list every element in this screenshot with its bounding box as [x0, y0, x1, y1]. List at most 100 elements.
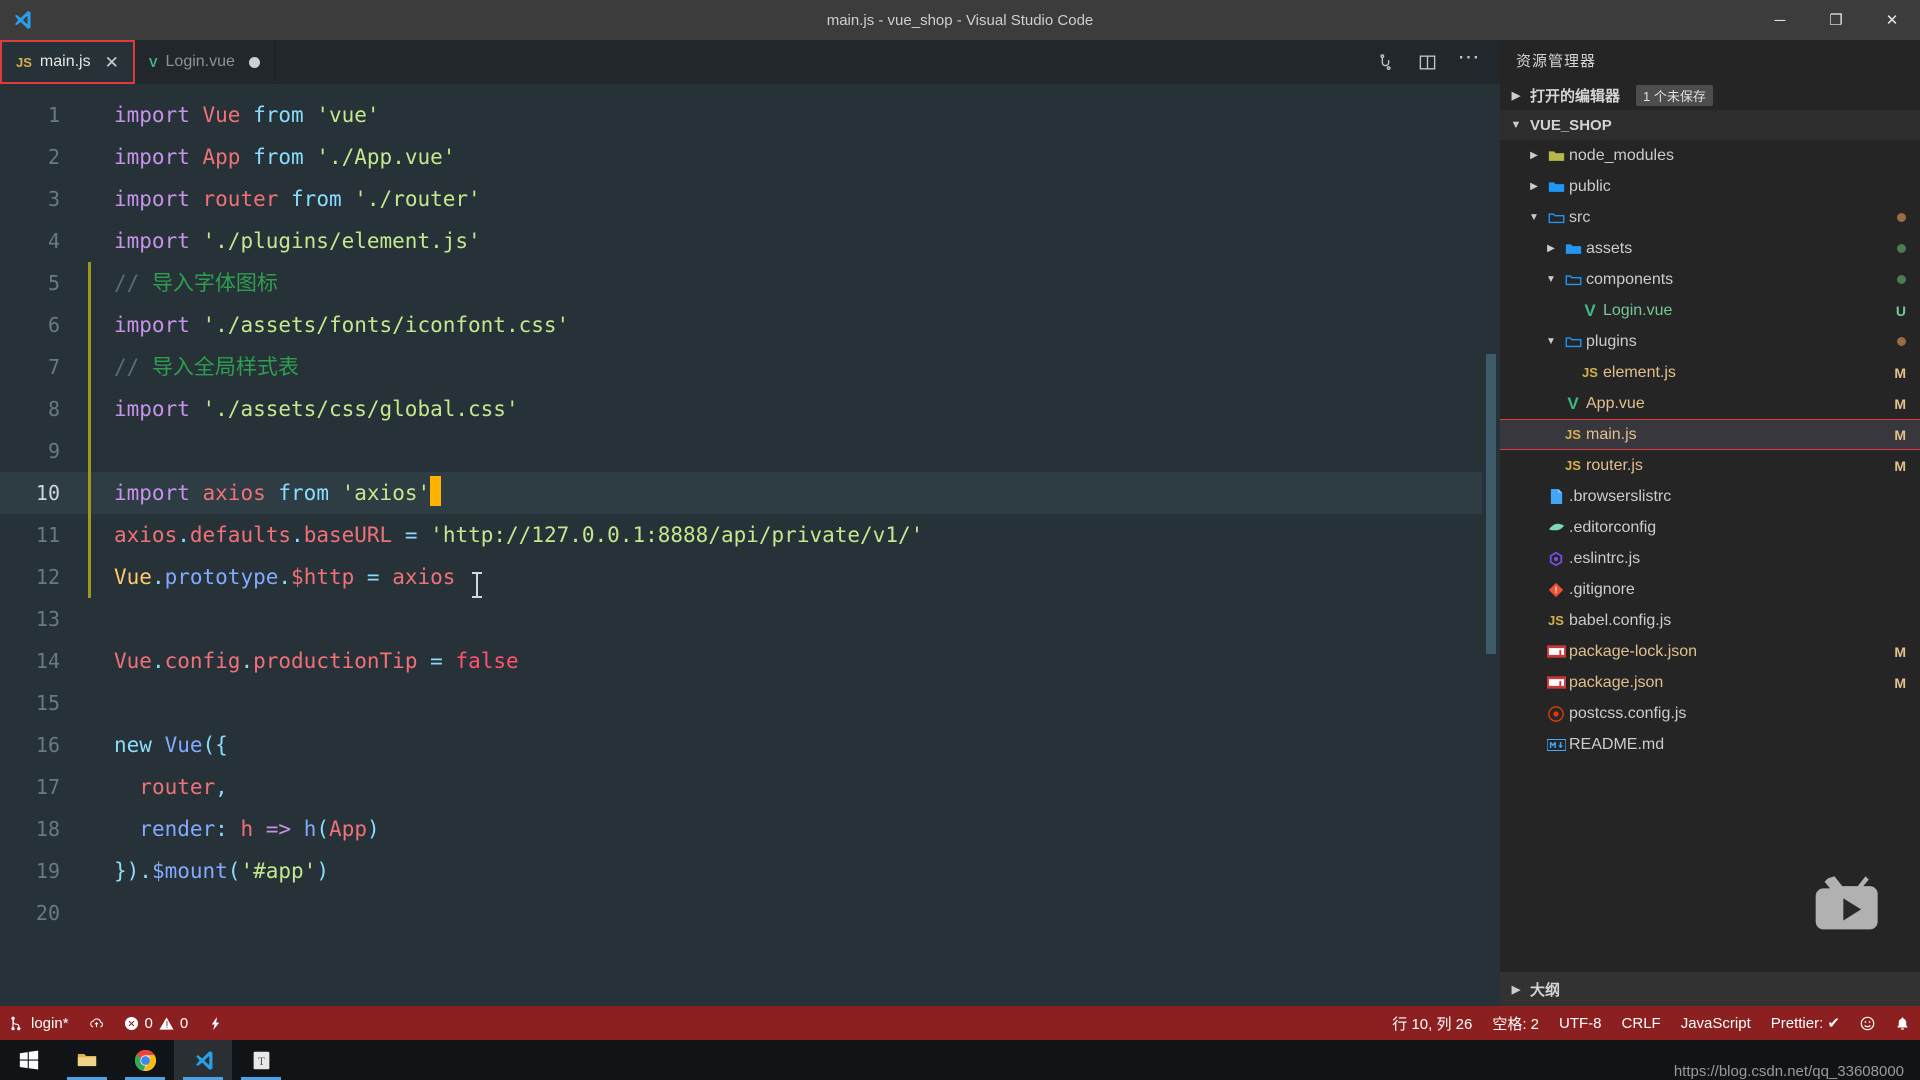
- fold-indicator: [88, 220, 104, 262]
- code-token: './plugins/element.js': [202, 229, 481, 253]
- file-tree-row[interactable]: .editorconfig: [1500, 512, 1920, 543]
- code-line[interactable]: 6 import './assets/fonts/iconfont.css': [0, 304, 1500, 346]
- file-tree-row[interactable]: JS element.js M: [1500, 357, 1920, 388]
- code-line[interactable]: 5 // 导入字体图标: [0, 262, 1500, 304]
- code-line[interactable]: 15: [0, 682, 1500, 724]
- code-editor[interactable]: 1 import Vue from 'vue' 2 import App from '…: [0, 84, 1500, 1006]
- status-language-mode[interactable]: JavaScript: [1671, 1006, 1761, 1040]
- run-and-debug-icon[interactable]: [1366, 43, 1404, 81]
- code-line[interactable]: 12 Vue.prototype.$http = axios: [0, 556, 1500, 598]
- code-line[interactable]: 14 Vue.config.productionTip = false: [0, 640, 1500, 682]
- status-formatter[interactable]: Prettier: ✔: [1761, 1006, 1850, 1040]
- editor-scrollbar[interactable]: [1482, 84, 1500, 1006]
- code-line[interactable]: 9: [0, 430, 1500, 472]
- status-problems[interactable]: 0 0: [114, 1006, 199, 1040]
- file-tree-row[interactable]: .eslintrc.js: [1500, 543, 1920, 574]
- file-tree-row[interactable]: ▶ public: [1500, 171, 1920, 202]
- typora-taskbar-item[interactable]: T: [232, 1040, 290, 1080]
- file-tree-row[interactable]: V Login.vue U: [1500, 295, 1920, 326]
- project-root-row[interactable]: ▼ VUE_SHOP: [1500, 110, 1920, 140]
- chevron-right-icon[interactable]: ▶: [1525, 150, 1543, 161]
- line-text: import './assets/fonts/iconfont.css': [104, 304, 569, 346]
- vscode-taskbar-item[interactable]: [174, 1040, 232, 1080]
- code-line[interactable]: 7 // 导入全局样式表: [0, 346, 1500, 388]
- file-tree-row[interactable]: ▼ src: [1500, 202, 1920, 233]
- file-tree-row[interactable]: JS router.js M: [1500, 450, 1920, 481]
- js-file-icon: JS: [16, 54, 32, 70]
- chrome-taskbar-item[interactable]: [116, 1040, 174, 1080]
- vue-file-icon: V: [1584, 300, 1596, 320]
- chevron-down-icon[interactable]: ▼: [1542, 336, 1560, 347]
- markdown-icon: [1543, 738, 1569, 751]
- code-line[interactable]: 8 import './assets/css/global.css': [0, 388, 1500, 430]
- code-line[interactable]: 1 import Vue from 'vue': [0, 94, 1500, 136]
- status-ports[interactable]: [198, 1006, 233, 1040]
- chevron-right-icon[interactable]: ▶: [1542, 243, 1560, 254]
- line-text: import axios from 'axios': [104, 472, 442, 514]
- maximize-button[interactable]: ❐: [1808, 0, 1864, 40]
- unsaved-dot-icon[interactable]: [248, 56, 260, 68]
- code-line[interactable]: 18 render: h => h(App): [0, 808, 1500, 850]
- file-tree[interactable]: ▶ node_modules ▶ public ▼ src ▶ assets ▼ componen…: [1500, 140, 1920, 972]
- file-tree-row[interactable]: V App.vue M: [1500, 388, 1920, 419]
- more-actions-icon[interactable]: ⋯: [1450, 43, 1488, 81]
- status-feedback[interactable]: [1850, 1006, 1885, 1040]
- status-cursor-position[interactable]: 行 10, 列 26: [1382, 1006, 1482, 1040]
- status-notifications[interactable]: [1885, 1006, 1920, 1040]
- file-tree-row[interactable]: ▼ plugins: [1500, 326, 1920, 357]
- chevron-down-icon[interactable]: ▼: [1525, 212, 1543, 223]
- code-token: import: [114, 397, 190, 421]
- chevron-down-icon[interactable]: ▼: [1542, 274, 1560, 285]
- code-token: from: [253, 145, 304, 169]
- file-tree-row[interactable]: ▶ node_modules: [1500, 140, 1920, 171]
- status-eol[interactable]: CRLF: [1612, 1006, 1671, 1040]
- file-tree-row[interactable]: package.json M: [1500, 667, 1920, 698]
- file-name: assets: [1586, 239, 1633, 257]
- file-tree-row[interactable]: .browserslistrc: [1500, 481, 1920, 512]
- code-content[interactable]: 1 import Vue from 'vue' 2 import App from '…: [0, 84, 1500, 934]
- outline-section[interactable]: ▶ 大纲: [1500, 972, 1920, 1006]
- code-token: (: [227, 859, 241, 883]
- file-tree-row[interactable]: ▼ components: [1500, 264, 1920, 295]
- status-encoding[interactable]: UTF-8: [1549, 1006, 1612, 1040]
- scrollbar-thumb[interactable]: [1486, 354, 1496, 654]
- code-line[interactable]: 19}).$mount('#app'): [0, 850, 1500, 892]
- code-line[interactable]: 2 import App from './App.vue': [0, 136, 1500, 178]
- file-tree-row[interactable]: JS babel.config.js: [1500, 605, 1920, 636]
- code-token: .: [151, 649, 165, 673]
- code-line[interactable]: 4 import './plugins/element.js': [0, 220, 1500, 262]
- line-text: import App from './App.vue': [104, 136, 455, 178]
- chevron-right-icon: ▶: [1511, 983, 1521, 996]
- code-line[interactable]: 10 import axios from 'axios': [0, 472, 1500, 514]
- tab-login-vue[interactable]: V Login.vue: [134, 40, 275, 84]
- error-icon: [124, 1016, 138, 1030]
- folder-open-icon: [1560, 335, 1586, 349]
- close-icon[interactable]: ✕: [105, 54, 119, 71]
- code-line[interactable]: 3 import router from './router': [0, 178, 1500, 220]
- minimize-button[interactable]: ─: [1752, 0, 1808, 40]
- code-line[interactable]: 13: [0, 598, 1500, 640]
- file-tree-row-selected[interactable]: JS main.js M: [1500, 419, 1920, 450]
- status-sync[interactable]: [79, 1006, 114, 1040]
- close-button[interactable]: ✕: [1864, 0, 1920, 40]
- code-line[interactable]: 11 axios.defaults.baseURL = 'http://127.0…: [0, 514, 1500, 556]
- status-indentation[interactable]: 空格: 2: [1482, 1006, 1549, 1040]
- fold-indicator: [88, 556, 104, 598]
- code-line[interactable]: 16 new Vue({: [0, 724, 1500, 766]
- start-button[interactable]: [0, 1040, 58, 1080]
- file-tree-row[interactable]: package-lock.json M: [1500, 636, 1920, 667]
- chevron-right-icon[interactable]: ▶: [1525, 181, 1543, 192]
- file-explorer-taskbar-item[interactable]: [58, 1040, 116, 1080]
- code-line[interactable]: 20: [0, 892, 1500, 934]
- open-editors-section[interactable]: ▶ 打开的编辑器 1 个未保存: [1500, 80, 1920, 110]
- file-tree-row[interactable]: .gitignore: [1500, 574, 1920, 605]
- file-tree-row[interactable]: postcss.config.js: [1500, 698, 1920, 729]
- tab-main-js[interactable]: JS main.js ✕: [0, 40, 135, 84]
- file-tree-row[interactable]: ▶ assets: [1500, 233, 1920, 264]
- code-line[interactable]: 17 router,: [0, 766, 1500, 808]
- file-tree-row[interactable]: README.md: [1500, 729, 1920, 760]
- status-branch[interactable]: login*: [0, 1006, 79, 1040]
- split-editor-icon[interactable]: [1408, 43, 1446, 81]
